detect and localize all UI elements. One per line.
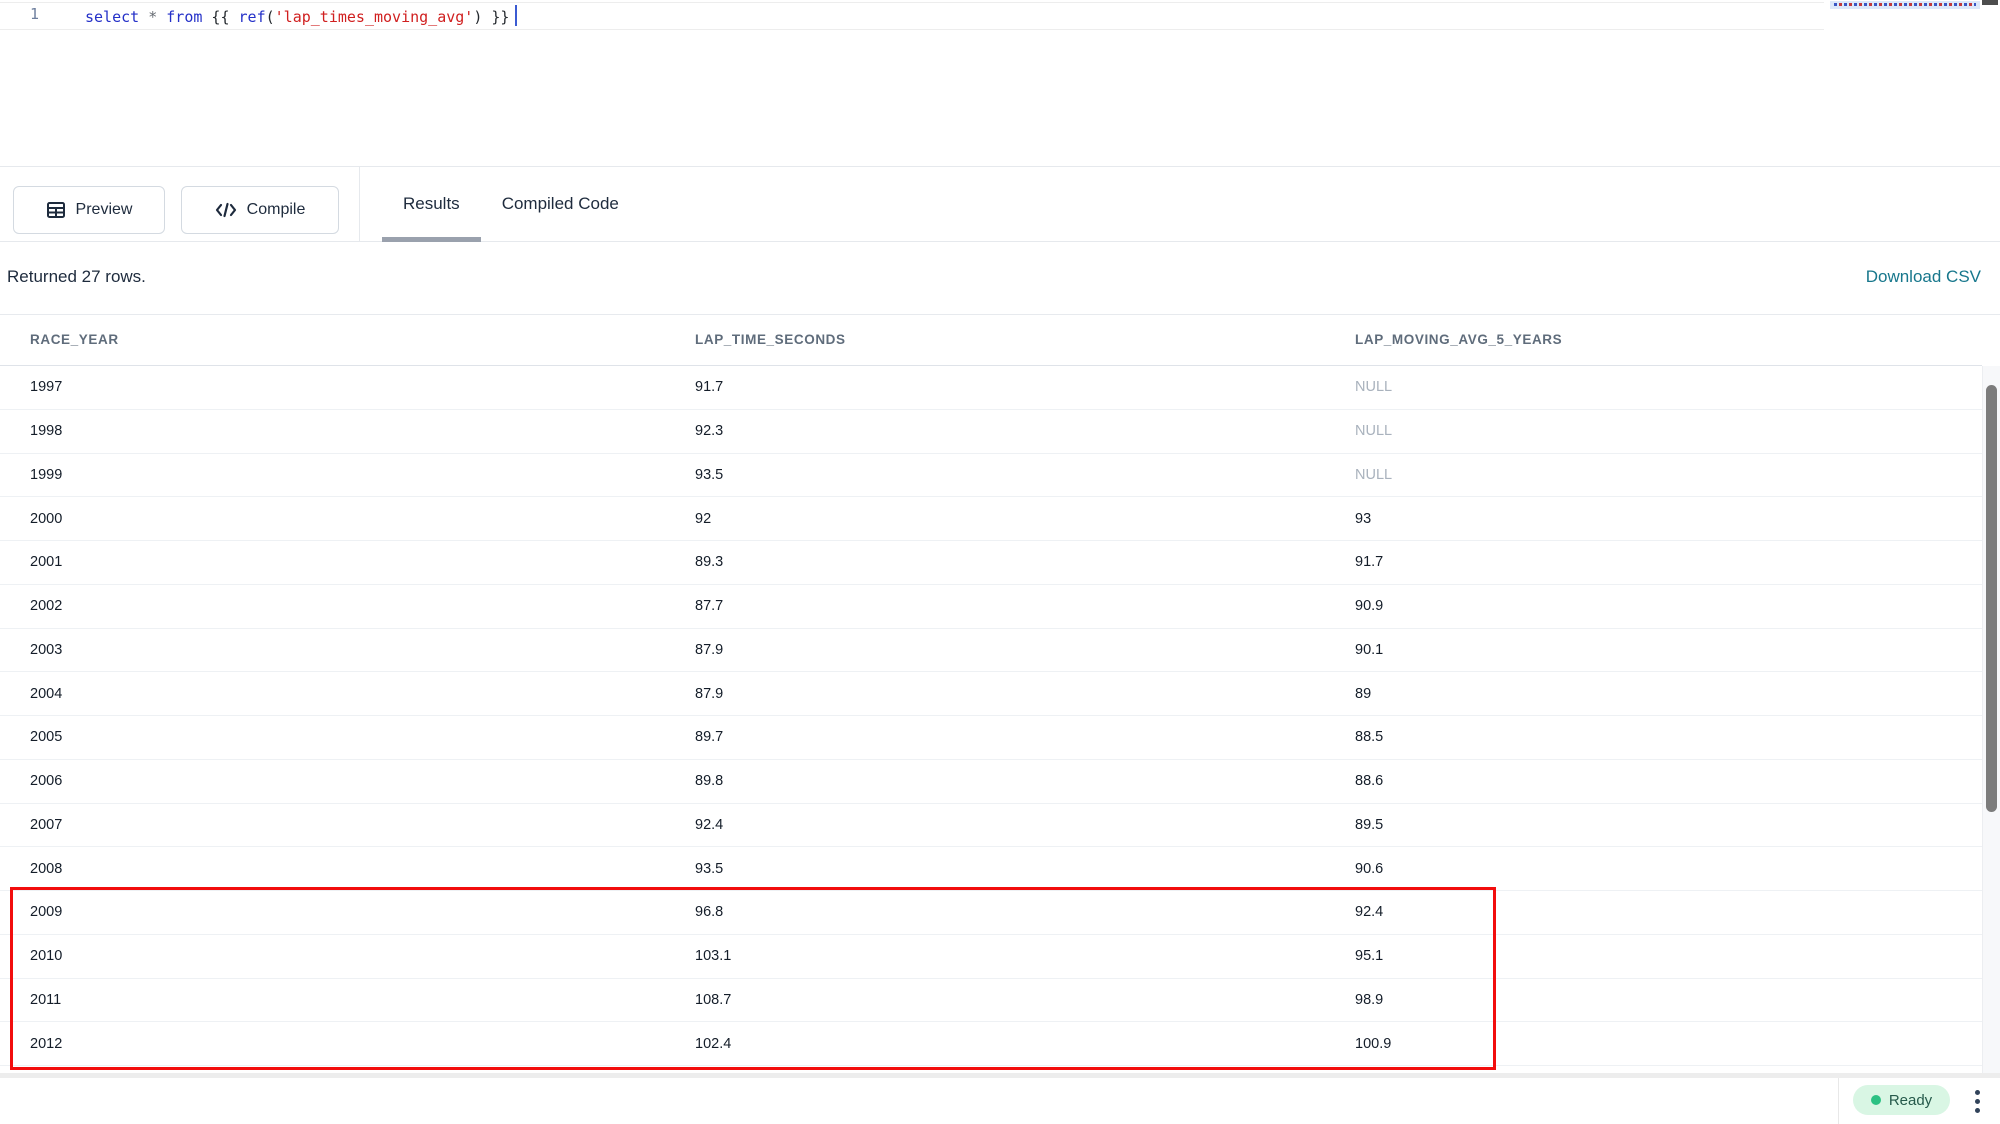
line-number: 1 bbox=[30, 5, 60, 23]
kebab-menu-icon[interactable] bbox=[1968, 1084, 1986, 1118]
table-cell: 2001 bbox=[0, 554, 665, 570]
text-cursor bbox=[515, 5, 517, 26]
table-cell: 2003 bbox=[0, 642, 665, 658]
status-badge: Ready bbox=[1853, 1085, 1950, 1115]
table-cell: 90.9 bbox=[1325, 598, 1982, 614]
table-row: 200487.989 bbox=[0, 672, 1982, 716]
toolbar-divider bbox=[359, 167, 360, 241]
results-tabs: Results Compiled Code bbox=[382, 167, 640, 242]
code-token bbox=[157, 8, 166, 26]
minimap-slider[interactable] bbox=[1982, 0, 1998, 5]
code-token: ( bbox=[266, 8, 275, 26]
table-cell: 89.3 bbox=[665, 554, 1325, 570]
table-grid-icon bbox=[46, 200, 66, 220]
table-cell: 89.5 bbox=[1325, 817, 1982, 833]
preview-button[interactable]: Preview bbox=[13, 186, 165, 234]
row-count-text: Returned 27 rows. bbox=[7, 267, 146, 287]
table-cell: 88.6 bbox=[1325, 773, 1982, 789]
table-cell: 2000 bbox=[0, 511, 665, 527]
table-cell: 2004 bbox=[0, 686, 665, 702]
status-badge-label: Ready bbox=[1889, 1092, 1932, 1109]
table-cell: 92.4 bbox=[665, 817, 1325, 833]
table-cell: 87.9 bbox=[665, 686, 1325, 702]
table-cell: 1999 bbox=[0, 467, 665, 483]
code-token bbox=[139, 8, 148, 26]
table-cell: 2005 bbox=[0, 729, 665, 745]
table-row: 200893.590.6 bbox=[0, 847, 1982, 891]
table-cell: 92 bbox=[665, 511, 1325, 527]
table-row: 199993.5NULL bbox=[0, 454, 1982, 498]
code-token: 'lap_times_moving_avg' bbox=[275, 8, 474, 26]
table-row: 200189.391.7 bbox=[0, 541, 1982, 585]
status-bar-divider bbox=[1838, 1078, 1839, 1124]
status-bar: Ready bbox=[0, 1078, 2000, 1124]
table-row: 200689.888.6 bbox=[0, 760, 1982, 804]
code-tokens: select * from {{ ref('lap_times_moving_a… bbox=[85, 8, 509, 26]
table-cell: 89.7 bbox=[665, 729, 1325, 745]
code-token: select bbox=[85, 8, 139, 26]
vertical-scrollbar-thumb[interactable] bbox=[1986, 385, 1997, 812]
table-row: 200792.489.5 bbox=[0, 804, 1982, 848]
table-cell: 90.1 bbox=[1325, 642, 1982, 658]
ready-dot-icon bbox=[1871, 1095, 1881, 1105]
table-cell: 93.5 bbox=[665, 467, 1325, 483]
table-cell: 93 bbox=[1325, 511, 1982, 527]
code-token: from bbox=[166, 8, 202, 26]
table-cell: 2007 bbox=[0, 817, 665, 833]
results-info-bar: Returned 27 rows. Download CSV bbox=[0, 242, 2000, 315]
table-row: 199892.3NULL bbox=[0, 410, 1982, 454]
table-cell: 88.5 bbox=[1325, 729, 1982, 745]
table-cell: 89 bbox=[1325, 686, 1982, 702]
table-cell: 2008 bbox=[0, 861, 665, 877]
table-row: 200589.788.5 bbox=[0, 716, 1982, 760]
table-cell: 91.7 bbox=[665, 379, 1325, 395]
table-cell: 1997 bbox=[0, 379, 665, 395]
minimap-code-line bbox=[1834, 3, 1976, 6]
code-token: ref bbox=[239, 8, 266, 26]
code-brackets-icon bbox=[215, 200, 237, 220]
table-cell: 90.6 bbox=[1325, 861, 1982, 877]
preview-button-label: Preview bbox=[76, 201, 133, 219]
app-window: 1 select * from {{ ref('lap_times_moving… bbox=[0, 0, 2000, 1124]
results-toolbar: Preview Compile Results Compiled Code bbox=[0, 166, 2000, 242]
compile-button[interactable]: Compile bbox=[181, 186, 339, 234]
table-cell: 1998 bbox=[0, 423, 665, 439]
code-token: }} bbox=[482, 8, 509, 26]
red-highlight-box bbox=[10, 887, 1496, 1070]
code-token: * bbox=[148, 8, 157, 26]
table-cell: 91.7 bbox=[1325, 554, 1982, 570]
table-row: 20009293 bbox=[0, 497, 1982, 541]
table-cell: 93.5 bbox=[665, 861, 1325, 877]
vertical-scrollbar-track[interactable] bbox=[1982, 366, 2000, 1073]
column-header: RACE_YEAR bbox=[0, 315, 665, 365]
compile-button-label: Compile bbox=[247, 201, 306, 219]
table-cell: NULL bbox=[1325, 423, 1982, 439]
editor-minimap[interactable] bbox=[1830, 1, 1980, 9]
table-row: 200387.990.1 bbox=[0, 629, 1982, 673]
table-cell: 87.7 bbox=[665, 598, 1325, 614]
table-cell: 92.3 bbox=[665, 423, 1325, 439]
table-cell: NULL bbox=[1325, 379, 1982, 395]
table-row: 200287.790.9 bbox=[0, 585, 1982, 629]
table-cell: NULL bbox=[1325, 467, 1982, 483]
table-header: RACE_YEARLAP_TIME_SECONDSLAP_MOVING_AVG_… bbox=[0, 315, 1982, 366]
table-cell: 2006 bbox=[0, 773, 665, 789]
tab-compiled-code[interactable]: Compiled Code bbox=[481, 167, 640, 242]
code-line[interactable]: select * from {{ ref('lap_times_moving_a… bbox=[85, 5, 517, 26]
table-row: 199791.7NULL bbox=[0, 366, 1982, 410]
table-cell: 87.9 bbox=[665, 642, 1325, 658]
table-cell: 89.8 bbox=[665, 773, 1325, 789]
table-cell: 2002 bbox=[0, 598, 665, 614]
code-token: {{ bbox=[202, 8, 238, 26]
tab-results[interactable]: Results bbox=[382, 167, 481, 242]
sql-editor[interactable]: 1 select * from {{ ref('lap_times_moving… bbox=[0, 0, 2000, 166]
column-header: LAP_TIME_SECONDS bbox=[665, 315, 1325, 365]
download-csv-link[interactable]: Download CSV bbox=[1866, 267, 1981, 287]
column-header: LAP_MOVING_AVG_5_YEARS bbox=[1325, 315, 1982, 365]
